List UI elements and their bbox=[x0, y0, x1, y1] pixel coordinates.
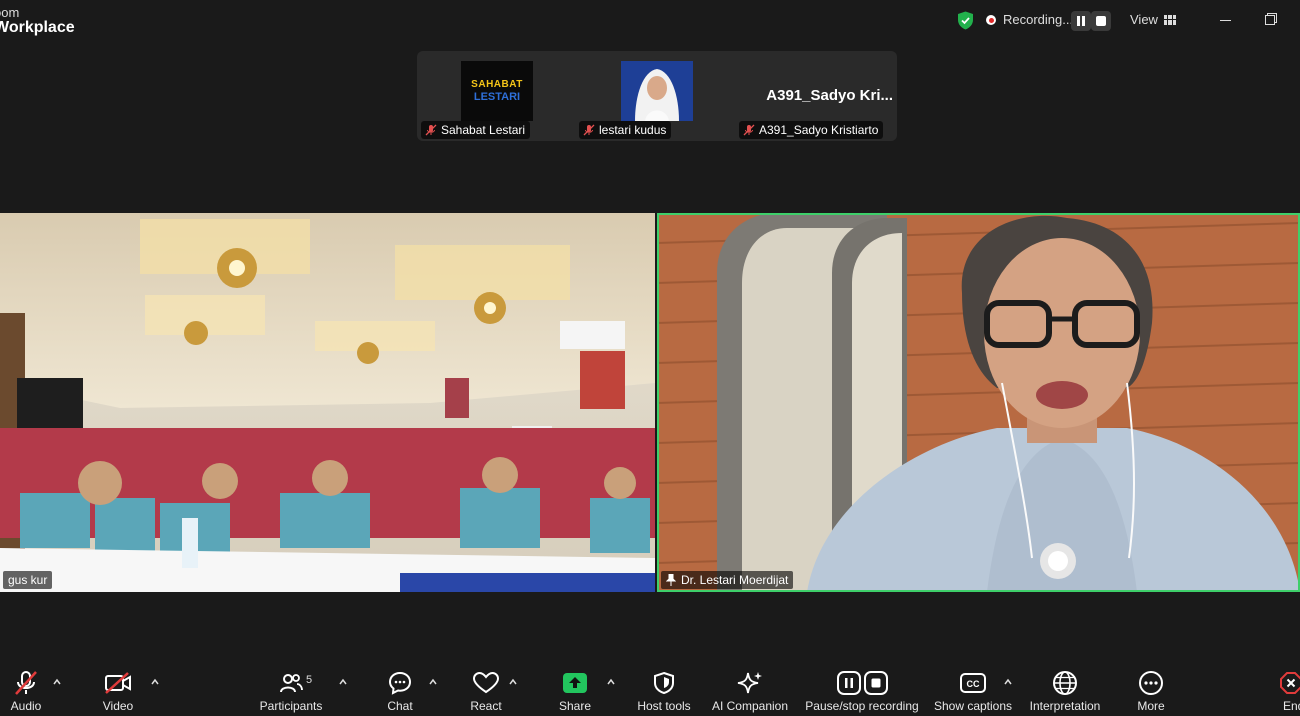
participant-tile[interactable]: lestari kudus bbox=[577, 51, 737, 141]
globe-icon bbox=[1053, 671, 1077, 695]
video-button[interactable]: Video bbox=[100, 660, 136, 716]
video-label: Video bbox=[102, 699, 134, 713]
speaker-video bbox=[657, 213, 1300, 592]
interpretation-label: Interpretation bbox=[1029, 699, 1101, 713]
avatar bbox=[621, 61, 693, 121]
share-button[interactable]: Share bbox=[558, 660, 592, 716]
more-label: More bbox=[1137, 699, 1165, 713]
record-icon bbox=[986, 15, 996, 25]
participant-nametag: A391_Sadyo Kristiarto bbox=[739, 121, 884, 139]
logo-word1: SAHABAT bbox=[471, 78, 523, 90]
participant-name: lestari kudus bbox=[599, 123, 667, 137]
share-arrow-icon bbox=[563, 673, 587, 693]
host-tools-label: Host tools bbox=[637, 699, 691, 713]
portrait-image bbox=[621, 61, 693, 121]
avatar: SAHABAT LESTARI bbox=[461, 61, 533, 121]
mic-off-icon bbox=[425, 124, 437, 136]
tile-name-left: gus kur bbox=[3, 571, 53, 589]
react-label: React bbox=[470, 699, 502, 713]
chevron-up-icon[interactable] bbox=[428, 677, 438, 687]
more-dots-icon bbox=[1139, 671, 1163, 695]
chevron-up-icon[interactable] bbox=[150, 677, 160, 687]
pause-icon bbox=[836, 671, 861, 695]
stop-recording-button[interactable] bbox=[1091, 11, 1111, 31]
pause-stop-recording-label: Pause/stop recording bbox=[805, 699, 919, 713]
mic-off-icon bbox=[743, 124, 755, 136]
meeting-toolbar: Audio Video Participants 5 Chat React Sh… bbox=[0, 660, 1300, 716]
participants-count: 5 bbox=[306, 674, 313, 686]
participants-button[interactable]: Participants bbox=[258, 660, 324, 716]
ai-companion-label: AI Companion bbox=[711, 699, 789, 713]
room-video bbox=[0, 213, 655, 592]
minimize-button[interactable] bbox=[1220, 20, 1231, 21]
audio-label: Audio bbox=[10, 699, 42, 713]
host-shield-icon bbox=[654, 671, 674, 695]
captions-icon: CC bbox=[960, 673, 986, 693]
participant-name: A391_Sadyo Kristiarto bbox=[759, 123, 879, 137]
participants-icon bbox=[280, 674, 303, 693]
stop-icon bbox=[863, 671, 888, 695]
logo-word2: LESTARI bbox=[473, 90, 521, 103]
view-button[interactable]: View bbox=[1130, 12, 1176, 27]
chat-button[interactable]: Chat bbox=[384, 660, 416, 716]
end-x-icon bbox=[1280, 672, 1300, 694]
mic-off-icon bbox=[15, 671, 37, 695]
brand-line2: Workplace bbox=[0, 19, 75, 36]
interpretation-button[interactable]: Interpretation bbox=[1026, 660, 1104, 716]
participant-tile[interactable]: SAHABAT LESTARI Sahabat Lestari bbox=[417, 51, 577, 141]
end-label: End bbox=[1283, 699, 1300, 713]
participant-nametag: Sahabat Lestari bbox=[421, 121, 531, 139]
tile-name-right: Dr. Lestari Moerdijat bbox=[661, 571, 794, 589]
chevron-up-icon[interactable] bbox=[338, 677, 348, 687]
mic-off-icon bbox=[583, 124, 595, 136]
video-tile-room[interactable]: gus kur bbox=[0, 213, 655, 592]
recording-status: Recording... bbox=[1003, 12, 1074, 27]
participants-label: Participants bbox=[259, 699, 323, 713]
chat-label: Chat bbox=[387, 699, 413, 713]
participant-tile[interactable]: A391_Sadyo Kri... A391_Sadyo Kristiarto bbox=[737, 51, 897, 141]
grid-icon bbox=[1163, 14, 1176, 25]
end-button[interactable]: End bbox=[1280, 660, 1300, 716]
heart-icon bbox=[473, 672, 499, 694]
audio-button[interactable]: Audio bbox=[8, 660, 44, 716]
chevron-up-icon[interactable] bbox=[606, 677, 616, 687]
brand-line1: oom bbox=[0, 5, 20, 20]
view-label: View bbox=[1130, 12, 1158, 27]
show-captions-label: Show captions bbox=[933, 699, 1013, 713]
app-brand: oom Workplace bbox=[0, 5, 75, 36]
participant-gallery: SAHABAT LESTARI Sahabat Lestari lestari … bbox=[417, 51, 897, 141]
pause-recording-button[interactable] bbox=[1071, 11, 1091, 31]
show-captions-button[interactable]: CC Show captions bbox=[932, 660, 1014, 716]
chevron-up-icon[interactable] bbox=[508, 677, 518, 687]
ai-companion-button[interactable]: AI Companion bbox=[710, 660, 790, 716]
pin-icon bbox=[666, 574, 676, 586]
host-tools-button[interactable]: Host tools bbox=[634, 660, 694, 716]
react-button[interactable]: React bbox=[468, 660, 504, 716]
title-bar: oom Workplace Recording... View bbox=[0, 0, 1300, 42]
video-off-icon bbox=[105, 672, 131, 694]
svg-text:CC: CC bbox=[967, 679, 980, 689]
chevron-up-icon[interactable] bbox=[1003, 677, 1013, 687]
chat-icon bbox=[388, 671, 412, 695]
tile-name-right-text: Dr. Lestari Moerdijat bbox=[681, 573, 789, 587]
tile-name-left-text: gus kur bbox=[8, 573, 48, 587]
participant-name: Sahabat Lestari bbox=[441, 123, 526, 137]
pause-stop-recording-button[interactable]: Pause/stop recording bbox=[802, 660, 922, 716]
share-label: Share bbox=[558, 699, 592, 713]
shield-icon[interactable] bbox=[957, 11, 974, 30]
video-tile-speaker[interactable]: Dr. Lestari Moerdijat bbox=[657, 213, 1300, 592]
restore-button[interactable] bbox=[1265, 13, 1277, 25]
sparkle-icon bbox=[737, 672, 762, 694]
participant-nametag: lestari kudus bbox=[579, 121, 672, 139]
chevron-up-icon[interactable] bbox=[52, 677, 62, 687]
more-button[interactable]: More bbox=[1134, 660, 1168, 716]
participant-display-name: A391_Sadyo Kri... bbox=[766, 87, 893, 104]
